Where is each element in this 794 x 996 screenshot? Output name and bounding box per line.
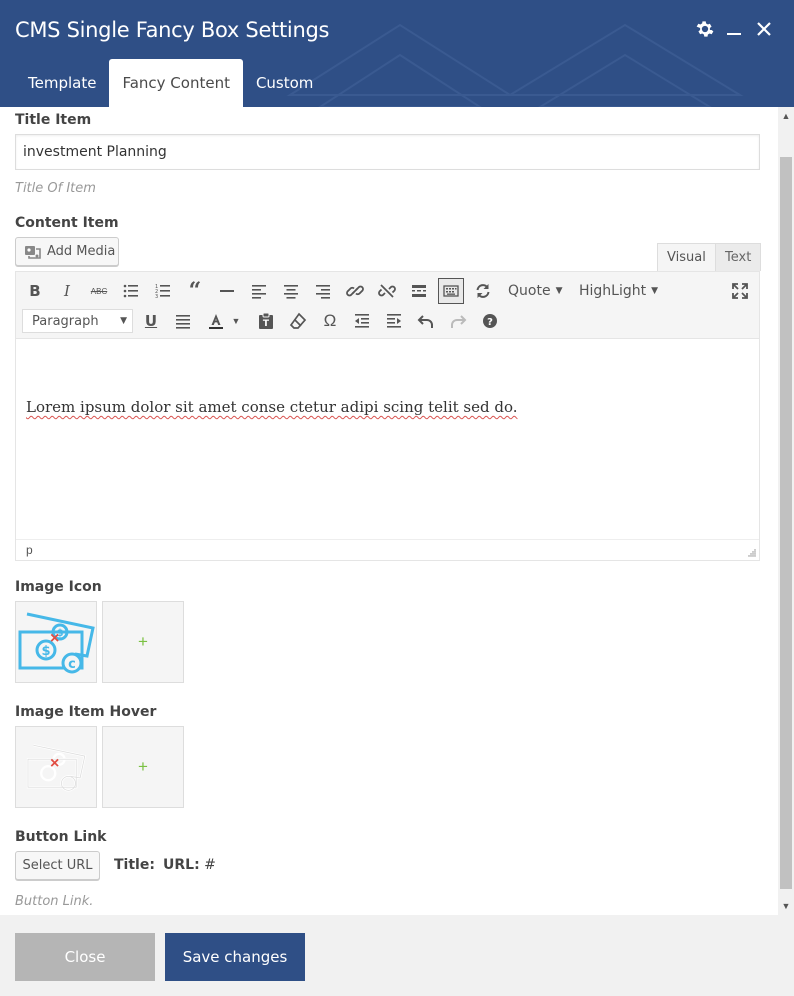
tab-fancy-content[interactable]: Fancy Content [109, 59, 243, 107]
link-title-label: Title: [114, 857, 155, 873]
highlight-dropdown[interactable]: HighLight ▼ [579, 279, 658, 303]
resize-handle-icon[interactable] [748, 549, 756, 557]
content-editor: B I ABC 123 “ Quote ▼ HighLight ▼ Paragrap… [15, 271, 760, 561]
outdent-icon[interactable] [350, 309, 374, 333]
align-right-icon[interactable] [311, 279, 335, 303]
clear-format-icon[interactable] [286, 309, 310, 333]
undo-icon[interactable] [414, 309, 438, 333]
image-item-hover-label: Image Item Hover [15, 704, 157, 720]
remove-image-icon[interactable]: × [50, 755, 59, 773]
close-button[interactable]: Close [15, 933, 155, 981]
add-media-label: Add Media [47, 244, 116, 259]
button-link-help: Button Link. [15, 894, 94, 909]
close-icon[interactable] [753, 18, 775, 40]
minimize-icon[interactable] [723, 18, 745, 40]
scroll-thumb[interactable] [780, 157, 792, 889]
refresh-icon[interactable] [471, 279, 495, 303]
paste-text-icon[interactable]: T [254, 309, 278, 333]
text-color-icon[interactable] [204, 309, 228, 333]
title-item-label: Title Item [15, 112, 92, 128]
image-icon-label: Image Icon [15, 579, 102, 595]
quote-dropdown-label: Quote [508, 283, 551, 299]
unlink-icon[interactable] [375, 279, 399, 303]
editor-body-text: Lorem ipsum dolor sit amet conse ctetur … [26, 398, 518, 416]
special-char-icon[interactable]: Ω [318, 309, 342, 333]
add-media-button[interactable]: Add Media [15, 237, 119, 266]
bold-icon[interactable]: B [23, 279, 47, 303]
settings-content: Title Item investment Planning Title Of … [0, 107, 778, 915]
align-left-icon[interactable] [247, 279, 271, 303]
plus-icon: + [138, 757, 148, 776]
gear-icon[interactable] [694, 18, 716, 40]
save-changes-button[interactable]: Save changes [165, 933, 305, 981]
select-url-button[interactable]: Select URL [15, 851, 100, 880]
svg-text:c: c [68, 657, 76, 672]
media-icon [25, 245, 41, 259]
content-item-label: Content Item [15, 215, 119, 231]
help-icon[interactable]: ? [478, 309, 502, 333]
dialog-header: CMS Single Fancy Box Settings Template F… [0, 0, 794, 107]
dialog-title: CMS Single Fancy Box Settings [15, 18, 330, 42]
editor-tab-text[interactable]: Text [715, 243, 762, 271]
title-item-input[interactable]: investment Planning [15, 134, 760, 170]
fullscreen-icon[interactable] [728, 279, 752, 303]
paragraph-format-select[interactable]: Paragraph ▼ [22, 309, 133, 333]
scroll-up-icon[interactable]: ▲ [781, 111, 791, 121]
numbered-list-icon[interactable]: 123 [151, 279, 175, 303]
image-icon-thumbnail[interactable]: $ $ c × [15, 601, 97, 683]
button-link-label: Button Link [15, 829, 107, 845]
svg-text:3: 3 [155, 294, 158, 300]
svg-text:T: T [263, 319, 270, 329]
chevron-down-icon: ▼ [651, 286, 659, 296]
editor-status-bar: p [16, 539, 759, 560]
element-path[interactable]: p [26, 543, 33, 557]
chevron-down-icon: ▼ [555, 286, 563, 296]
scroll-down-icon[interactable]: ▼ [781, 901, 791, 911]
bullet-list-icon[interactable] [119, 279, 143, 303]
add-image-hover-button[interactable]: + [102, 726, 184, 808]
add-image-icon-button[interactable]: + [102, 601, 184, 683]
read-more-icon[interactable] [407, 279, 431, 303]
link-url-info: URL: # [163, 857, 216, 873]
tab-template[interactable]: Template [15, 59, 109, 107]
editor-toolbar: B I ABC 123 “ Quote ▼ HighLight ▼ Paragrap… [16, 272, 759, 339]
remove-image-icon[interactable]: × [50, 630, 59, 648]
tab-custom[interactable]: Custom [243, 59, 326, 107]
strikethrough-icon[interactable]: ABC [87, 279, 111, 303]
toolbar-toggle-icon[interactable] [438, 278, 464, 304]
svg-text:?: ? [487, 317, 493, 328]
chevron-down-icon: ▼ [120, 316, 127, 326]
link-url-value: # [204, 857, 216, 873]
link-url-label: URL: [163, 857, 200, 873]
italic-icon[interactable]: I [55, 279, 79, 303]
dialog-footer: Close Save changes [0, 915, 794, 996]
quote-dropdown[interactable]: Quote ▼ [508, 279, 562, 303]
horizontal-line-icon[interactable] [215, 279, 239, 303]
underline-icon[interactable]: U [139, 309, 163, 333]
justify-icon[interactable] [171, 309, 195, 333]
align-center-icon[interactable] [279, 279, 303, 303]
indent-icon[interactable] [382, 309, 406, 333]
plus-icon: + [138, 632, 148, 651]
settings-tabs: Template Fancy Content Custom [15, 59, 326, 107]
image-hover-thumbnail[interactable]: × [15, 726, 97, 808]
title-item-help: Title Of Item [15, 181, 96, 196]
format-select-value: Paragraph [32, 313, 99, 329]
chevron-down-icon[interactable]: ▼ [228, 309, 244, 333]
link-icon[interactable] [343, 279, 367, 303]
link-title-info: Title: [114, 857, 155, 873]
editor-text-area[interactable]: Lorem ipsum dolor sit amet conse ctetur … [26, 398, 518, 416]
redo-icon[interactable] [446, 309, 470, 333]
editor-tab-visual[interactable]: Visual [657, 243, 716, 271]
highlight-dropdown-label: HighLight [579, 283, 647, 299]
content-scrollbar[interactable]: ▲ ▼ [778, 107, 794, 915]
blockquote-icon[interactable]: “ [183, 278, 207, 304]
